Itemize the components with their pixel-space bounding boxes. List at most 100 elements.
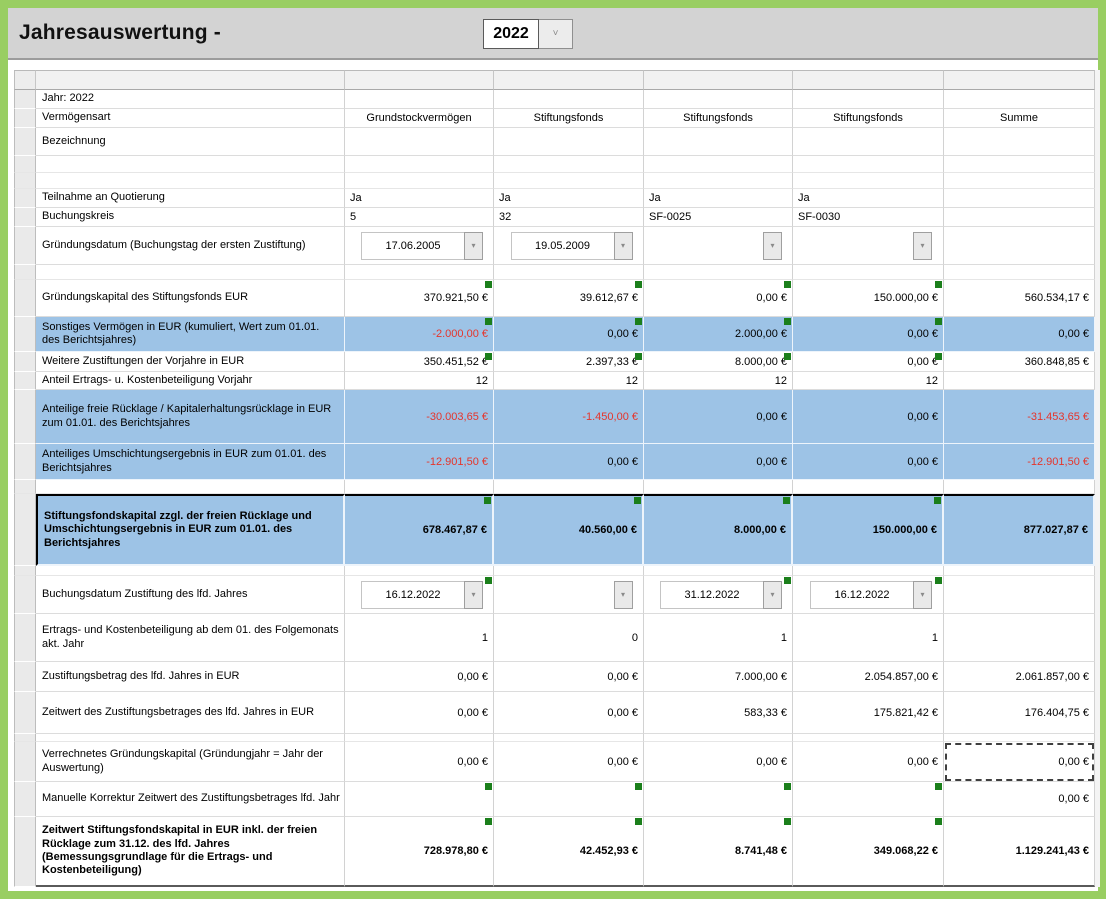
cell[interactable]: 0,00 € — [494, 692, 644, 734]
cell[interactable]: 349.068,22 € — [793, 817, 944, 887]
date-combobox[interactable]: 31.12.2022▾ — [660, 581, 782, 609]
cell[interactable]: 0,00 € — [944, 782, 1095, 817]
cell[interactable]: Ja — [345, 189, 494, 208]
cell[interactable]: 2.000,00 € — [644, 317, 793, 352]
date-dropdown-button[interactable]: ▾ — [913, 232, 932, 260]
date-cell[interactable]: ▾ — [494, 576, 644, 614]
cell[interactable]: 42.452,93 € — [494, 817, 644, 887]
cell[interactable] — [345, 128, 494, 156]
date-cell[interactable]: 19.05.2009▾ — [494, 227, 644, 265]
year-dropdown-button[interactable]: ˅ — [539, 19, 573, 49]
cell[interactable]: 0,00 € — [944, 742, 1095, 782]
cell[interactable]: 583,33 € — [644, 692, 793, 734]
date-cell[interactable]: ▾ — [644, 227, 793, 265]
date-combobox[interactable]: ▾ — [511, 581, 633, 609]
date-dropdown-button[interactable]: ▾ — [614, 232, 633, 260]
cell[interactable] — [793, 90, 944, 109]
cell[interactable]: 0,00 € — [944, 317, 1095, 352]
cell[interactable]: Stiftungsfonds — [793, 109, 944, 128]
cell[interactable]: 0,00 € — [644, 280, 793, 317]
date-combobox[interactable]: ▾ — [660, 232, 782, 260]
cell[interactable]: 370.921,50 € — [345, 280, 494, 317]
cell[interactable]: 0,00 € — [345, 742, 494, 782]
cell[interactable]: 1 — [793, 614, 944, 662]
cell[interactable] — [793, 128, 944, 156]
date-cell[interactable]: ▾ — [793, 227, 944, 265]
cell[interactable]: 7.000,00 € — [644, 662, 793, 692]
cell[interactable]: SF-0030 — [793, 208, 944, 227]
cell[interactable] — [944, 90, 1095, 109]
cell[interactable]: 0 — [494, 614, 644, 662]
date-dropdown-button[interactable]: ▾ — [763, 581, 782, 609]
cell[interactable] — [644, 782, 793, 817]
cell[interactable]: 0,00 € — [793, 444, 944, 480]
cell[interactable]: -30.003,65 € — [345, 390, 494, 444]
cell[interactable]: 0,00 € — [494, 317, 644, 352]
cell[interactable]: 678.467,87 € — [345, 494, 494, 566]
cell[interactable]: 150.000,00 € — [793, 280, 944, 317]
cell[interactable] — [793, 782, 944, 817]
cell[interactable]: Ja — [793, 189, 944, 208]
cell[interactable]: 1 — [644, 614, 793, 662]
cell[interactable] — [345, 90, 494, 109]
cell[interactable]: Stiftungsfonds — [644, 109, 793, 128]
cell[interactable]: Ja — [494, 189, 644, 208]
date-cell[interactable]: 16.12.2022▾ — [793, 576, 944, 614]
cell[interactable]: 0,00 € — [793, 390, 944, 444]
cell[interactable]: 39.612,67 € — [494, 280, 644, 317]
date-dropdown-button[interactable]: ▾ — [464, 232, 483, 260]
cell[interactable] — [345, 782, 494, 817]
cell[interactable]: 0,00 € — [644, 742, 793, 782]
cell[interactable]: 12 — [644, 372, 793, 390]
date-dropdown-button[interactable]: ▾ — [464, 581, 483, 609]
date-dropdown-button[interactable]: ▾ — [614, 581, 633, 609]
cell[interactable]: 8.000,00 € — [644, 352, 793, 372]
cell[interactable] — [944, 208, 1095, 227]
cell[interactable]: 0,00 € — [793, 352, 944, 372]
date-cell[interactable]: 31.12.2022▾ — [644, 576, 793, 614]
year-combobox[interactable]: 2022 ˅ — [483, 19, 573, 49]
cell[interactable]: -12.901,50 € — [944, 444, 1095, 480]
cell[interactable] — [944, 128, 1095, 156]
cell[interactable]: 0,00 € — [793, 317, 944, 352]
cell[interactable]: 0,00 € — [345, 662, 494, 692]
cell[interactable] — [644, 128, 793, 156]
cell[interactable]: 12 — [494, 372, 644, 390]
cell[interactable]: 12 — [345, 372, 494, 390]
cell[interactable]: -12.901,50 € — [345, 444, 494, 480]
cell[interactable]: 5 — [345, 208, 494, 227]
cell[interactable]: 176.404,75 € — [944, 692, 1095, 734]
cell[interactable]: Stiftungsfonds — [494, 109, 644, 128]
cell[interactable]: 0,00 € — [644, 444, 793, 480]
cell[interactable]: 0,00 € — [644, 390, 793, 444]
date-dropdown-button[interactable]: ▾ — [763, 232, 782, 260]
cell[interactable]: 175.821,42 € — [793, 692, 944, 734]
cell[interactable]: 8.741,48 € — [644, 817, 793, 887]
date-combobox[interactable]: 16.12.2022▾ — [361, 581, 483, 609]
cell[interactable] — [944, 189, 1095, 208]
date-cell[interactable]: 16.12.2022▾ — [345, 576, 494, 614]
cell[interactable]: 150.000,00 € — [793, 494, 944, 566]
cell[interactable]: 8.000,00 € — [644, 494, 793, 566]
cell[interactable] — [494, 782, 644, 817]
date-combobox[interactable]: ▾ — [810, 232, 932, 260]
cell[interactable]: 0,00 € — [494, 662, 644, 692]
cell[interactable]: -31.453,65 € — [944, 390, 1095, 444]
cell[interactable]: 350.451,52 € — [345, 352, 494, 372]
date-combobox[interactable]: 17.06.2005▾ — [361, 232, 483, 260]
cell[interactable]: 32 — [494, 208, 644, 227]
date-dropdown-button[interactable]: ▾ — [913, 581, 932, 609]
cell[interactable]: 2.061.857,00 € — [944, 662, 1095, 692]
cell[interactable] — [494, 90, 644, 109]
cell[interactable]: 728.978,80 € — [345, 817, 494, 887]
cell[interactable]: 877.027,87 € — [944, 494, 1095, 566]
cell[interactable]: 40.560,00 € — [494, 494, 644, 566]
cell[interactable]: 360.848,85 € — [944, 352, 1095, 372]
date-combobox[interactable]: 16.12.2022▾ — [810, 581, 932, 609]
cell[interactable] — [944, 576, 1095, 614]
cell[interactable]: SF-0025 — [644, 208, 793, 227]
cell[interactable]: 2.054.857,00 € — [793, 662, 944, 692]
cell[interactable] — [944, 614, 1095, 662]
cell[interactable]: 560.534,17 € — [944, 280, 1095, 317]
cell[interactable]: 1 — [345, 614, 494, 662]
